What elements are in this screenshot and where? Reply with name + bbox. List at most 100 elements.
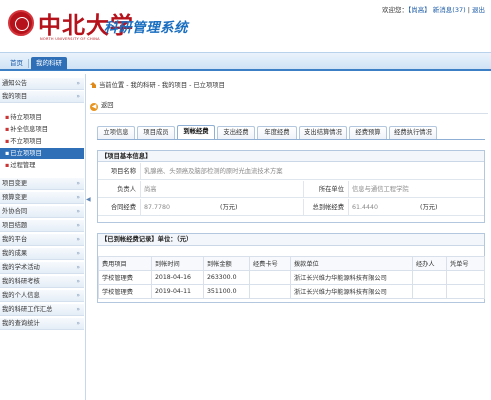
sidebar-item-platform[interactable]: 我的平台 » [0,234,84,246]
sidebar-item-achievements[interactable]: 我的成果 » [0,248,84,260]
panel-heading: 【已到帐经费记录】单位：（元） [98,234,484,246]
sidebar-item-academic[interactable]: 我的学术活动 » [0,262,84,274]
sidebar-item-conclusion[interactable]: 项目结题 » [0,220,84,232]
tab-budget[interactable]: 经费预算 [349,126,387,139]
table-cell: 浙江长兴维力华能源科技有限公司 [290,284,413,299]
chevron-right-icon: » [76,180,80,187]
chevron-right-icon: » [76,222,80,229]
sidebar-sub-process[interactable]: ▪过程管理 [0,160,84,171]
sidebar: 通知公告» 我的项目» ▪待立项项目 ▪补全信息项目 ▪不立项项目 ▪已立项项目… [0,74,86,400]
leader-value: 尚高 [144,186,157,193]
sidebar-item-label: 我的平台 [2,236,28,243]
table-row: 学校管理费 2019-04-11 351100.0 浙江长兴维力华能源科技有限公… [98,284,485,299]
leader-label: 负责人 [117,186,136,193]
column-header: 经办人 [412,256,447,271]
project-name-label: 项目名称 [110,168,136,175]
received-funds-unit: (万元) [420,204,438,211]
sidebar-item-statistics[interactable]: 我的查询统计 » [0,318,84,330]
sidebar-item-label: 通知公告 [2,80,28,87]
breadcrumb: 当前位置 - 我的科研 - 我的项目 - 已立项项目 [90,80,225,89]
sidebar-item-label: 项目结题 [2,222,28,229]
chevron-right-icon: » [76,306,80,313]
logout-link[interactable]: 退出 [472,6,485,14]
sidebar-item-label: 我的项目 [2,93,28,100]
bullet-icon: ▪ [5,114,10,121]
contract-funds-value: 87.7780 [144,204,171,211]
table-cell: 351100.0 [203,284,250,299]
sidebar-item-my-projects[interactable]: 我的项目 » [0,91,84,103]
project-name-value: 乳腺癌、头颈癌及脑部检测的原时光血流技术方案 [144,168,283,175]
chevron-right-icon: » [76,278,80,285]
divider [90,113,488,114]
sidebar-sub-pending[interactable]: ▪待立项项目 [0,112,84,123]
bullet-icon: ▪ [5,126,10,133]
table-cell: 2019-04-11 [151,284,204,299]
chevron-right-icon: » [76,236,80,243]
system-title: 科研管理系统 [104,20,188,36]
received-funds-table: 费用项目 到帐时间 到帐金额 经费卡号 拨款单位 经办人 凭单号 学校管理费 2… [98,256,485,299]
column-header: 拨款单位 [290,256,413,271]
sidebar-item-project-change[interactable]: 项目变更 » [0,178,84,190]
unit-label: 所在单位 [318,186,344,193]
cell-separator [303,181,304,198]
back-button[interactable]: ◀ 返回 [90,100,114,111]
cell-separator [348,199,349,216]
cell-separator [140,181,141,198]
sidebar-sub-not-approved[interactable]: ▪不立项项目 [0,136,84,147]
contract-funds-label: 合同经费 [110,204,136,211]
column-header: 凭单号 [446,256,485,271]
link-separator: | [467,6,470,14]
sidebar-sub-approved[interactable]: ▪已立项项目 [0,148,84,159]
university-logo-subtitle: NORTH UNIVERSITY OF CHINA [40,37,100,41]
sidebar-sub-complete-info[interactable]: ▪补全信息项目 [0,124,84,135]
sidebar-item-personal-info[interactable]: 我的个人信息 » [0,290,84,302]
sidebar-item-notices[interactable]: 通知公告 » [0,78,84,90]
chevron-right-icon: » [76,292,80,299]
sidebar-item-label: 待立项项目 [10,114,42,121]
sidebar-item-budget-change[interactable]: 预算变更 » [0,192,84,204]
project-basic-info: 【项目基本信息】 项目名称 乳腺癌、头颈癌及脑部检测的原时光血流技术方案 负责人… [97,150,485,223]
tab-underline [97,139,485,140]
table-cell [412,270,447,285]
chevron-right-icon: » [76,194,80,201]
tab-project-info[interactable]: 立项信息 [97,126,135,139]
project-name-row: 项目名称 乳腺癌、头颈癌及脑部检测的原时光血流技术方案 [98,163,484,180]
chevron-right-icon: » [76,320,80,327]
table-cell [249,270,291,285]
chevron-right-icon: » [76,93,80,100]
table-row: 学校管理费 2018-04-16 263300.0 浙江长兴维力华能源科技有限公… [98,270,485,285]
table-cell [249,284,291,299]
table-cell: 2018-04-16 [151,270,204,285]
nav-tab-home[interactable]: 首页 [5,57,28,70]
breadcrumb-text: 当前位置 - 我的科研 - 我的项目 - 已立项项目 [99,82,225,89]
chevron-right-icon: » [76,80,80,87]
sidebar-item-label: 已立项项目 [10,150,42,157]
sidebar-item-label: 我的查询统计 [2,320,40,327]
sidebar-item-assessment[interactable]: 我的科研考核 » [0,276,84,288]
table-cell [446,270,485,285]
back-arrow-icon: ◀ [90,103,98,111]
cell-separator [348,181,349,198]
sidebar-item-label: 我的科研考核 [2,278,40,285]
nav-separator [28,59,29,68]
top-nav: 首页 我的科研 [0,52,491,71]
tab-execution[interactable]: 经费执行情况 [389,126,437,139]
nav-tab-my-research[interactable]: 我的科研 [31,57,67,70]
tab-annual-funds[interactable]: 年度经费 [257,126,297,139]
user-name-link[interactable]: 【尚高】 [408,6,431,14]
sidebar-item-label: 不立项项目 [10,138,42,145]
chevron-right-icon: » [76,208,80,215]
messages-link[interactable]: 新消息(37) [433,6,466,14]
sidebar-item-summary[interactable]: 我的科研工作汇总 » [0,304,84,316]
tab-expenses[interactable]: 支出经费 [217,126,255,139]
welcome-text: 欢迎您： [381,6,408,14]
sidebar-item-label: 外协合同 [2,208,28,215]
bullet-icon: ▪ [5,138,10,145]
leader-row: 负责人 尚高 所在单位 信息与通信工程学院 [98,181,484,198]
tab-settlement[interactable]: 支出结算情况 [299,126,347,139]
tab-received-funds[interactable]: 到帐经费 [177,125,215,139]
sidebar-item-label: 项目变更 [2,180,28,187]
tab-members[interactable]: 项目成员 [137,126,175,139]
sidebar-item-label: 预算变更 [2,194,28,201]
sidebar-item-outsource[interactable]: 外协合同 » [0,206,84,218]
